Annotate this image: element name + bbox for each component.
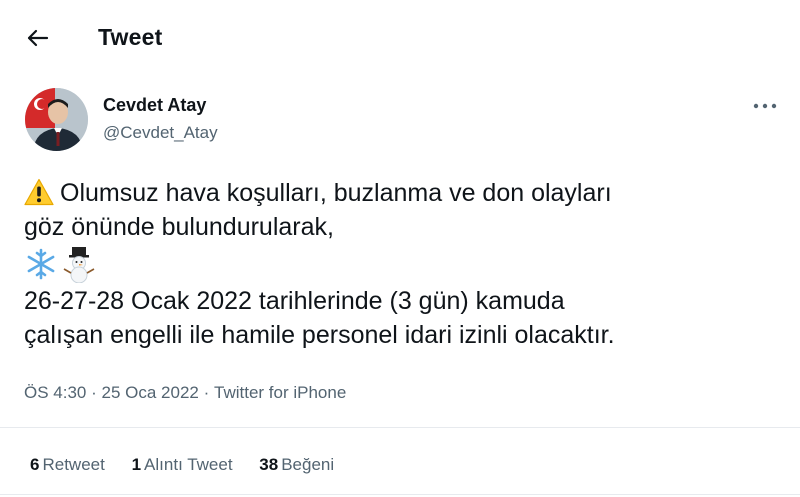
back-arrow-icon	[27, 29, 49, 47]
snowflake-icon	[27, 248, 55, 280]
retweet-count[interactable]: 6 Retweet	[30, 455, 105, 475]
meta-separator: ·	[203, 383, 210, 402]
page-title: Tweet	[98, 24, 163, 50]
like-count[interactable]: 38 Beğeni	[259, 455, 334, 475]
tweet-source[interactable]: Twitter for iPhone	[214, 383, 346, 403]
divider	[0, 427, 800, 428]
tweet-text-line-3: 26-27-28 Ocak 2022 tarihlerinde (3 gün) …	[24, 287, 565, 315]
tweet-metadata: ÖS 4:30 · 25 Oca 2022 · Twitter for iPho…	[24, 383, 346, 403]
top-bar: Tweet	[0, 0, 800, 76]
tweet-time[interactable]: ÖS 4:30	[24, 383, 86, 403]
back-button[interactable]	[22, 22, 54, 54]
avatar[interactable]	[25, 88, 88, 151]
more-options-button[interactable]	[748, 96, 782, 116]
meta-separator: ·	[91, 383, 97, 402]
tweet-text-line-2: göz önünde bulundurularak,	[24, 213, 334, 241]
tweet-stats: 6 Retweet 1 Alıntı Tweet 38 Beğeni	[30, 455, 356, 475]
quote-tweet-count[interactable]: 1 Alıntı Tweet	[132, 455, 233, 475]
tweet-line-1: Olumsuz hava koşulları, buzlanma ve don …	[24, 176, 784, 210]
warning-icon	[24, 178, 54, 206]
tweet-date[interactable]: 25 Oca 2022	[102, 383, 199, 403]
emoji-line	[24, 244, 784, 284]
author-handle[interactable]: @Cevdet_Atay	[103, 123, 218, 143]
divider	[0, 494, 800, 495]
tweet-text-line-1: Olumsuz hava koşulları, buzlanma ve don …	[60, 179, 612, 207]
author-name[interactable]: Cevdet Atay	[103, 95, 206, 116]
avatar-image	[25, 88, 88, 151]
snowman-icon	[63, 247, 95, 283]
tweet-text-line-4: çalışan engelli ile hamile personel idar…	[24, 321, 615, 349]
more-dots-icon	[753, 103, 777, 109]
tweet-text: Olumsuz hava koşulları, buzlanma ve don …	[24, 176, 784, 352]
